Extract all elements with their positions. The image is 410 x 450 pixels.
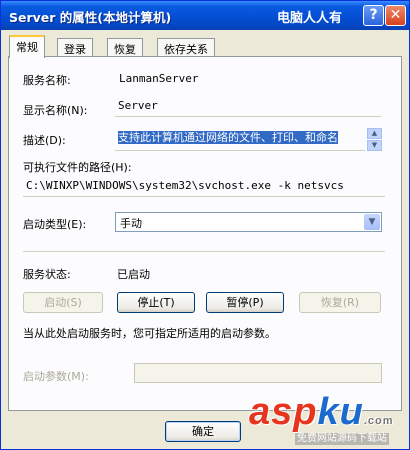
service-name-label: 服务名称: <box>23 74 71 87</box>
pause-button[interactable]: 暂停(P) <box>206 292 284 313</box>
watermark-brand-left: asp <box>249 391 318 433</box>
tab-general[interactable]: 常规 <box>9 35 45 58</box>
tab-logon-label: 登录 <box>64 43 86 56</box>
startup-type-select[interactable]: 手动 ▼ <box>115 212 382 232</box>
status-label: 服务状态: <box>23 268 71 281</box>
divider <box>23 251 385 253</box>
window-title: Server 的属性(本地计算机) <box>9 10 172 25</box>
tab-recovery[interactable]: 恢复 <box>107 38 143 57</box>
params-label: 启动参数(M): <box>23 370 89 383</box>
service-name-value: LanmanServer <box>119 72 199 85</box>
close-icon: ✕ <box>389 7 402 23</box>
startup-type-value: 手动 <box>120 217 142 230</box>
display-name-field[interactable]: Server <box>115 98 381 117</box>
tab-recovery-label: 恢复 <box>114 43 136 56</box>
start-button[interactable]: 启动(S) <box>23 292 103 313</box>
help-button[interactable]: ? <box>363 5 384 26</box>
startup-type-label: 启动类型(E): <box>23 218 87 231</box>
help-icon: ? <box>369 7 378 23</box>
path-label: 可执行文件的路径(H): <box>23 161 132 174</box>
scroll-down-icon[interactable]: ▼ <box>367 140 382 151</box>
display-name-label: 显示名称(N): <box>23 104 88 117</box>
tab-dependencies-label: 依存关系 <box>164 43 208 56</box>
watermark-brand-right: ku <box>317 391 364 433</box>
description-label: 描述(D): <box>23 134 66 147</box>
watermark-top-text: 电脑人人有 <box>277 11 343 26</box>
tab-dependencies[interactable]: 依存关系 <box>157 38 215 57</box>
general-panel: 服务名称: LanmanServer 显示名称(N): Server 描述(D)… <box>8 56 402 411</box>
status-value: 已启动 <box>117 268 150 281</box>
tab-logon[interactable]: 登录 <box>57 38 93 57</box>
watermark-logo: aspku.com 免费网站源码下载站 <box>249 391 394 445</box>
ok-button[interactable]: 确定 <box>165 421 241 442</box>
close-button[interactable]: ✕ <box>385 5 406 26</box>
watermark-suffix: .com <box>363 415 394 427</box>
path-field[interactable]: C:\WINXP\WINDOWS\system32\svchost.exe -k… <box>23 178 385 197</box>
params-hint: 当从此处启动服务时，您可指定所适用的启动参数。 <box>23 327 276 340</box>
watermark-tagline: 免费网站源码下载站 <box>295 433 389 445</box>
chevron-down-icon[interactable]: ▼ <box>364 214 380 230</box>
stop-button[interactable]: 停止(T) <box>117 292 195 313</box>
description-field[interactable]: 支持此计算机通过网络的文件、打印、和命名 <box>115 127 365 151</box>
title-bar[interactable]: Server 的属性(本地计算机) 电脑人人有 ? ✕ <box>1 1 409 30</box>
tab-general-label: 常规 <box>16 41 38 54</box>
resume-button[interactable]: 恢复(R) <box>299 292 381 313</box>
params-input[interactable] <box>134 363 382 383</box>
scroll-up-icon[interactable]: ▲ <box>367 128 382 139</box>
description-text: 支持此计算机通过网络的文件、打印、和命名 <box>118 131 338 144</box>
properties-window: Server 的属性(本地计算机) 电脑人人有 ? ✕ 常规 登录 恢复 依存关… <box>0 0 410 450</box>
